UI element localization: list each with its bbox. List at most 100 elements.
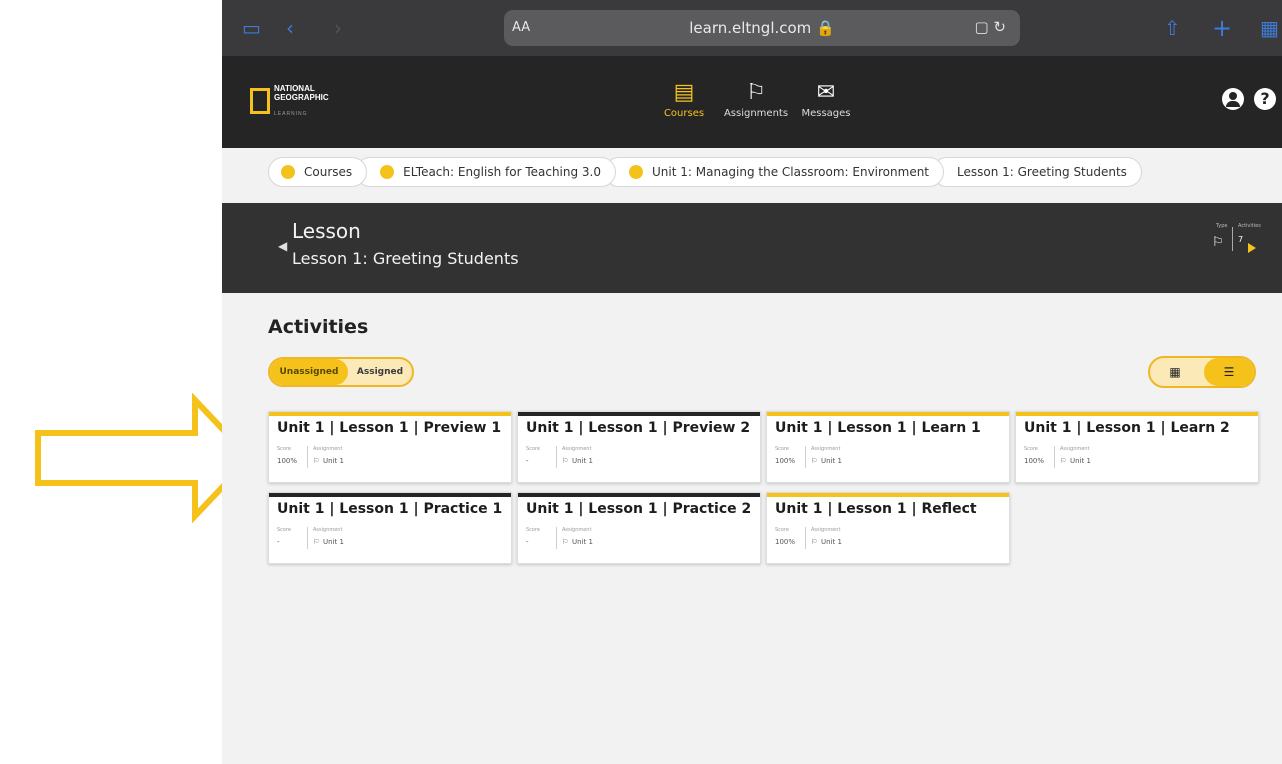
grid-view-icon[interactable]: ▦ (1150, 358, 1200, 386)
lesson-header: ◀ Lesson Lesson 1: Greeting Students Typ… (222, 203, 1282, 293)
breadcrumb-courses[interactable]: Courses (268, 157, 368, 187)
divider (556, 446, 557, 468)
lesson-type-info: Type ⚐ Activities 7 (1208, 223, 1268, 259)
score-label: Score (775, 527, 790, 533)
sidebar-icon[interactable]: ▭ (242, 16, 261, 40)
assignment-value: Unit 1 (821, 538, 842, 546)
messages-icon: ✉ (816, 80, 836, 105)
assignment-label: Assignment (811, 527, 841, 533)
score-label: Score (277, 446, 292, 452)
breadcrumb-label: Lesson 1: Greeting Students (957, 165, 1127, 179)
nav-courses-label: Courses (663, 108, 705, 119)
courses-icon: ▤ (673, 80, 695, 105)
logo[interactable]: NATIONAL GEOGRAPHIC (274, 84, 329, 102)
logo-border-icon (250, 88, 270, 114)
reload-icon[interactable]: ▢ ↻ (974, 18, 1006, 36)
assignment-label: Assignment (1060, 446, 1090, 452)
play-icon[interactable] (1248, 243, 1256, 253)
divider (1232, 227, 1233, 251)
score-value: 100% (775, 457, 796, 465)
activities-heading: Activities (268, 316, 369, 338)
card-status-bar (269, 493, 511, 497)
divider (307, 527, 308, 549)
card-title: Unit 1 | Lesson 1 | Practice 1 (277, 501, 503, 517)
score-value: - (526, 457, 529, 465)
assignment-label: Assignment (313, 527, 343, 533)
assignment-flag-icon: ⚐ (811, 538, 818, 546)
assignment-flag-icon: ⚐ (313, 457, 320, 465)
breadcrumb-dot-icon (380, 165, 395, 179)
breadcrumb-dot-icon (281, 165, 295, 179)
score-label: Score (526, 446, 541, 452)
card-title: Unit 1 | Lesson 1 | Learn 2 (1024, 420, 1230, 436)
assignment-flag-icon: ⚐ (313, 538, 320, 546)
forward-icon[interactable]: › (334, 16, 342, 40)
nav-messages[interactable]: ✉ Messages (786, 78, 866, 119)
activity-card[interactable]: Unit 1 | Lesson 1 | Preview 1 Score 100%… (268, 411, 512, 483)
activity-card[interactable]: Unit 1 | Lesson 1 | Practice 1 Score - A… (268, 492, 512, 564)
score-value: 100% (1024, 457, 1045, 465)
nav-assignments[interactable]: ⚐ Assignments (716, 78, 796, 119)
nav-assignments-label: Assignments (723, 108, 789, 119)
list-view-icon[interactable]: ☰ (1204, 358, 1254, 386)
score-value: 100% (277, 457, 298, 465)
activity-card[interactable]: Unit 1 | Lesson 1 | Learn 2 Score 100% A… (1015, 411, 1259, 483)
score-label: Score (526, 527, 541, 533)
divider (307, 446, 308, 468)
lesson-subtitle: Lesson 1: Greeting Students (292, 249, 519, 268)
activity-card[interactable]: Unit 1 | Lesson 1 | Practice 2 Score - A… (517, 492, 761, 564)
assignment-flag-icon: ⚐ (811, 457, 818, 465)
tabs-icon[interactable]: ▦ (1260, 16, 1279, 40)
card-status-bar (767, 412, 1009, 416)
assignment-label: Assignment (811, 446, 841, 452)
assignment-label: Assignment (562, 527, 592, 533)
share-icon[interactable]: ⇧ (1164, 16, 1181, 40)
score-value: 100% (775, 538, 796, 546)
card-title: Unit 1 | Lesson 1 | Preview 2 (526, 420, 751, 436)
score-label: Score (277, 527, 292, 533)
activity-card[interactable]: Unit 1 | Lesson 1 | Reflect Score 100% A… (766, 492, 1010, 564)
url-text: learn.eltngl.com 🔒 (689, 19, 835, 37)
new-tab-icon[interactable]: + (1212, 16, 1232, 40)
help-icon[interactable]: ? (1254, 88, 1276, 110)
logo-line-1: NATIONAL (274, 84, 315, 93)
assignment-value: Unit 1 (572, 457, 593, 465)
card-title: Unit 1 | Lesson 1 | Practice 2 (526, 501, 752, 517)
score-value: - (277, 538, 280, 546)
back-arrow-icon[interactable]: ◀ (278, 239, 287, 253)
breadcrumb-label: Courses (304, 165, 353, 179)
assigned-tab[interactable]: Assigned (348, 359, 412, 385)
card-status-bar (1016, 412, 1258, 416)
assignment-flag-icon: ⚐ (1060, 457, 1067, 465)
divider (805, 446, 806, 468)
back-icon[interactable]: ‹ (286, 16, 294, 40)
assignment-value: Unit 1 (323, 538, 344, 546)
nav-messages-label: Messages (801, 108, 851, 119)
logo-subtitle: LEARNING (274, 111, 308, 117)
site-header: NATIONAL GEOGRAPHIC LEARNING ▤ Courses ⚐… (222, 56, 1282, 148)
card-title: Unit 1 | Lesson 1 | Learn 1 (775, 420, 981, 436)
nav-courses[interactable]: ▤ Courses (644, 78, 724, 119)
assignment-value: Unit 1 (572, 538, 593, 546)
address-bar[interactable]: AA learn.eltngl.com 🔒 ▢ ↻ (504, 10, 1020, 46)
divider (1054, 446, 1055, 468)
assignments-icon: ⚐ (746, 80, 766, 105)
profile-icon[interactable] (1222, 88, 1244, 110)
score-value: - (526, 538, 529, 546)
type-label: Type (1216, 223, 1228, 229)
assignment-value: Unit 1 (1070, 457, 1091, 465)
view-switcher: ▦ ☰ (1148, 356, 1256, 388)
breadcrumb-unit[interactable]: Unit 1: Managing the Classroom: Environm… (604, 157, 945, 187)
card-title: Unit 1 | Lesson 1 | Preview 1 (277, 420, 502, 436)
divider (556, 527, 557, 549)
breadcrumb-course[interactable]: ELTeach: English for Teaching 3.0 (355, 157, 617, 187)
activities-count: 7 (1238, 235, 1244, 244)
activity-card[interactable]: Unit 1 | Lesson 1 | Learn 1 Score 100% A… (766, 411, 1010, 483)
breadcrumb-lesson[interactable]: Lesson 1: Greeting Students (932, 157, 1142, 187)
activity-card[interactable]: Unit 1 | Lesson 1 | Preview 2 Score - As… (517, 411, 761, 483)
breadcrumb-dot-icon (629, 165, 644, 179)
unassigned-tab[interactable]: Unassigned (270, 359, 348, 385)
divider (805, 527, 806, 549)
breadcrumb: Courses ELTeach: English for Teaching 3.… (268, 157, 1142, 187)
card-status-bar (518, 493, 760, 497)
